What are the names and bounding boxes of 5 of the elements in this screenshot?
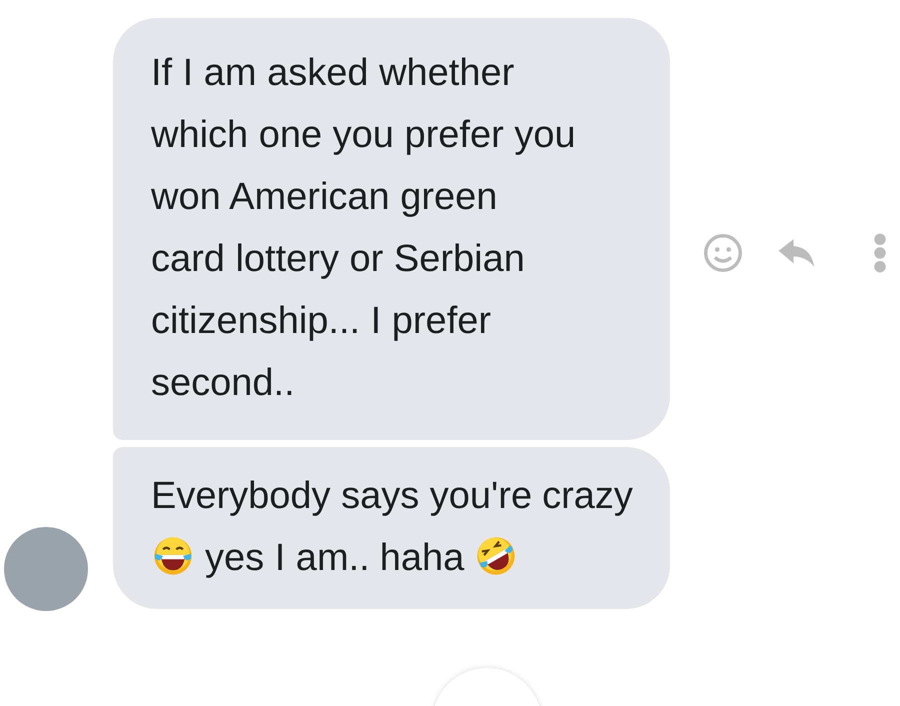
message-text: crazy (542, 475, 633, 517)
message-text: If I am asked whether which one you prefer you won American green card lottery or Serbian citizenship... I prefer second.. (151, 52, 576, 404)
message-text: haha (380, 537, 464, 579)
message-text: Everybody says you're (151, 475, 532, 517)
message-text: yes I am.. (205, 537, 370, 579)
